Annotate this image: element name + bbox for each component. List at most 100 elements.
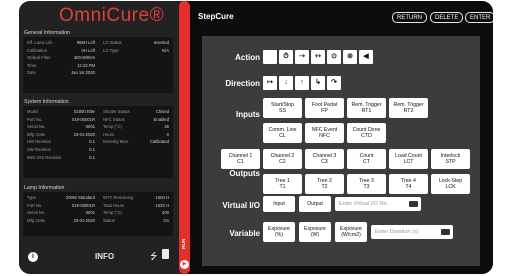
output-t1-button[interactable]: Tree 1 T1 bbox=[263, 174, 302, 194]
lamp-info-cell: 0001 bbox=[85, 210, 95, 216]
virtual-io-input[interactable]: Enter Virtual I/O No. bbox=[335, 197, 421, 211]
usb-icon: ⭍ bbox=[150, 251, 158, 261]
system-info-cell: 0001 bbox=[85, 124, 95, 130]
inputs-label: Inputs bbox=[236, 110, 260, 119]
output-t4-button[interactable]: Tree 4 T4 bbox=[389, 174, 428, 194]
arrow-loop-icon[interactable]: ↷ bbox=[327, 76, 341, 90]
shutter-open-icon[interactable]: ⇾ bbox=[295, 50, 309, 64]
return-button[interactable]: RETURN bbox=[392, 12, 427, 23]
system-info-cell: Enabled bbox=[153, 116, 169, 122]
system-info-cell: 0.1 bbox=[89, 154, 95, 160]
speaker-icon[interactable]: ◀ bbox=[359, 50, 373, 64]
lamp-info-cell: Part No. bbox=[27, 202, 43, 208]
system-info-cell: Serial No. bbox=[27, 124, 46, 130]
usb-stick-icon bbox=[162, 249, 169, 259]
device-frame: OmniCure® General Information Eff. Lamp … bbox=[19, 1, 493, 274]
general-info-cell: 12:43 PM bbox=[77, 62, 95, 68]
lamp-info-cell: 1000 H bbox=[155, 195, 169, 200]
system-info-cell: HW Revision bbox=[27, 139, 52, 145]
info-icon[interactable]: i bbox=[28, 252, 38, 262]
shutter-close-icon[interactable]: ⇿ bbox=[311, 50, 325, 64]
delete-button[interactable]: DELETE bbox=[430, 12, 464, 23]
general-info-cell: Inserted bbox=[153, 40, 169, 45]
system-info-cell: 23-01-2020 bbox=[73, 131, 95, 137]
virtual-io-placeholder: Enter Virtual I/O No. bbox=[339, 201, 389, 207]
exposure-irradiance-button[interactable]: Exposure (W/cm2) bbox=[335, 222, 367, 242]
system-info-cell: Closed bbox=[155, 109, 169, 114]
info-panel: OmniCure® General Information Eff. Lamp … bbox=[19, 1, 184, 274]
output-c3-button[interactable]: Channel 3 C3 bbox=[305, 149, 344, 169]
output-t3-button[interactable]: Tree 3 T3 bbox=[347, 174, 386, 194]
keyboard-icon[interactable] bbox=[409, 201, 418, 207]
general-info-cell: 0H Left bbox=[81, 47, 95, 53]
input-cl-button[interactable]: Comm. Line CL bbox=[263, 123, 302, 143]
output-lck-button[interactable]: Lock-Step LCK bbox=[431, 174, 470, 194]
arrow-up-icon[interactable]: ↑ bbox=[295, 76, 309, 90]
duration-placeholder: Enter Duration (s) bbox=[375, 229, 419, 235]
system-info-cell: SW Revision bbox=[27, 147, 51, 152]
lamp-info-cell: 400 bbox=[162, 210, 169, 216]
output-c2-button[interactable]: Channel 2 C2 bbox=[263, 149, 302, 169]
page-title: StepCure bbox=[198, 12, 234, 21]
output-stp-button[interactable]: Interlock STP bbox=[431, 149, 470, 169]
system-information-box: Model S2000 Elite Shutter Status Closed Part… bbox=[23, 106, 173, 178]
outputs-label: Outputs bbox=[229, 169, 260, 178]
keyboard-icon[interactable] bbox=[441, 229, 450, 235]
output-t2-button[interactable]: Tree 2 T2 bbox=[305, 174, 344, 194]
virtual-output-button[interactable]: Output bbox=[299, 196, 331, 212]
stepcure-panel: StepCure RETURN DELETE ENTER Action ⏱ ⇾ … bbox=[190, 1, 493, 274]
lamp-info-cell: 200W Standard bbox=[65, 195, 95, 200]
lamp-information-box: Type 200W Standard WTY Remaining 1000 H Part… bbox=[23, 192, 173, 236]
system-info-cell: S2000 Elite bbox=[73, 109, 95, 114]
lamp-info-cell: Mfg. Date bbox=[27, 217, 46, 223]
system-info-cell: 0 bbox=[166, 131, 169, 137]
arrow-return-icon[interactable]: ↳ bbox=[311, 76, 325, 90]
input-rt1-button[interactable]: Rem. Trigger RT1 bbox=[347, 98, 386, 118]
timer-icon[interactable]: ⏱ bbox=[279, 50, 293, 64]
action-label: Action bbox=[235, 53, 260, 62]
input-fp-button[interactable]: Foot Pedal FP bbox=[305, 98, 344, 118]
enter-button[interactable]: ENTER bbox=[465, 12, 493, 23]
arrow-down-icon[interactable]: ↓ bbox=[279, 76, 293, 90]
virtual-input-button[interactable]: Input bbox=[263, 196, 295, 212]
exposure-watt-button[interactable]: Exposure (W) bbox=[299, 222, 331, 242]
general-info-cell: Jan 1st 2020 bbox=[71, 70, 95, 76]
run-button[interactable]: ▶ bbox=[180, 260, 189, 269]
lamp-info-cell: Serial No. bbox=[27, 210, 46, 216]
general-info-cell: Time bbox=[27, 62, 37, 68]
system-info-cell: Web GUI Revision bbox=[27, 154, 62, 160]
general-information-box: Eff. Lamp Life 968H Left LG Status Inserted… bbox=[23, 37, 173, 93]
lamp-info-cell: 019-00001R bbox=[71, 202, 95, 208]
variable-label: Variable bbox=[229, 229, 260, 238]
input-ctd-button[interactable]: Count Done CTD bbox=[347, 123, 386, 143]
input-ss-button[interactable]: Start/Stop SS bbox=[263, 98, 302, 118]
intensity-down-icon[interactable]: ⊚ bbox=[343, 50, 357, 64]
lamp-info-cell: On bbox=[163, 217, 169, 223]
omnicure-logo: OmniCure® bbox=[59, 5, 165, 26]
duration-input[interactable]: Enter Duration (s) bbox=[371, 225, 453, 239]
direction-label: Direction bbox=[225, 79, 260, 88]
lamp-info-cell: Type bbox=[27, 195, 37, 200]
exposure-percent-button[interactable]: Exposure (%) bbox=[263, 222, 295, 242]
general-info-cell: Eff. Lamp Life bbox=[27, 40, 53, 45]
virtual-io-label: Virtual I/O bbox=[222, 201, 260, 210]
general-info-cell: N/A bbox=[162, 47, 169, 53]
system-info-cell: Mfg. Date bbox=[27, 131, 46, 137]
system-info-cell: 0.1 bbox=[89, 139, 95, 145]
output-lct-button[interactable]: Load Count LCT bbox=[389, 149, 428, 169]
output-ct-button[interactable]: Count CT bbox=[347, 149, 386, 169]
run-label: RUN bbox=[182, 238, 187, 249]
general-info-cell: Date bbox=[27, 70, 36, 76]
action-blank-button[interactable] bbox=[263, 50, 277, 64]
intensity-up-icon[interactable]: ⊙ bbox=[327, 50, 341, 64]
arrow-right-icon[interactable]: ↦ bbox=[263, 76, 277, 90]
general-info-cell: 400-500nm bbox=[73, 55, 95, 61]
output-c1-button[interactable]: Channel 1 C1 bbox=[221, 149, 260, 169]
system-information-title: System Information bbox=[24, 99, 69, 105]
system-info-cell: 019-00001R bbox=[71, 116, 95, 122]
info-label: INFO bbox=[95, 252, 115, 261]
system-info-cell: 0.1 bbox=[89, 147, 95, 152]
input-nfc-button[interactable]: NFC Event NFC bbox=[305, 123, 344, 143]
system-info-cell: 25 bbox=[164, 124, 169, 130]
input-rt2-button[interactable]: Rem. Trigger RT2 bbox=[389, 98, 428, 118]
